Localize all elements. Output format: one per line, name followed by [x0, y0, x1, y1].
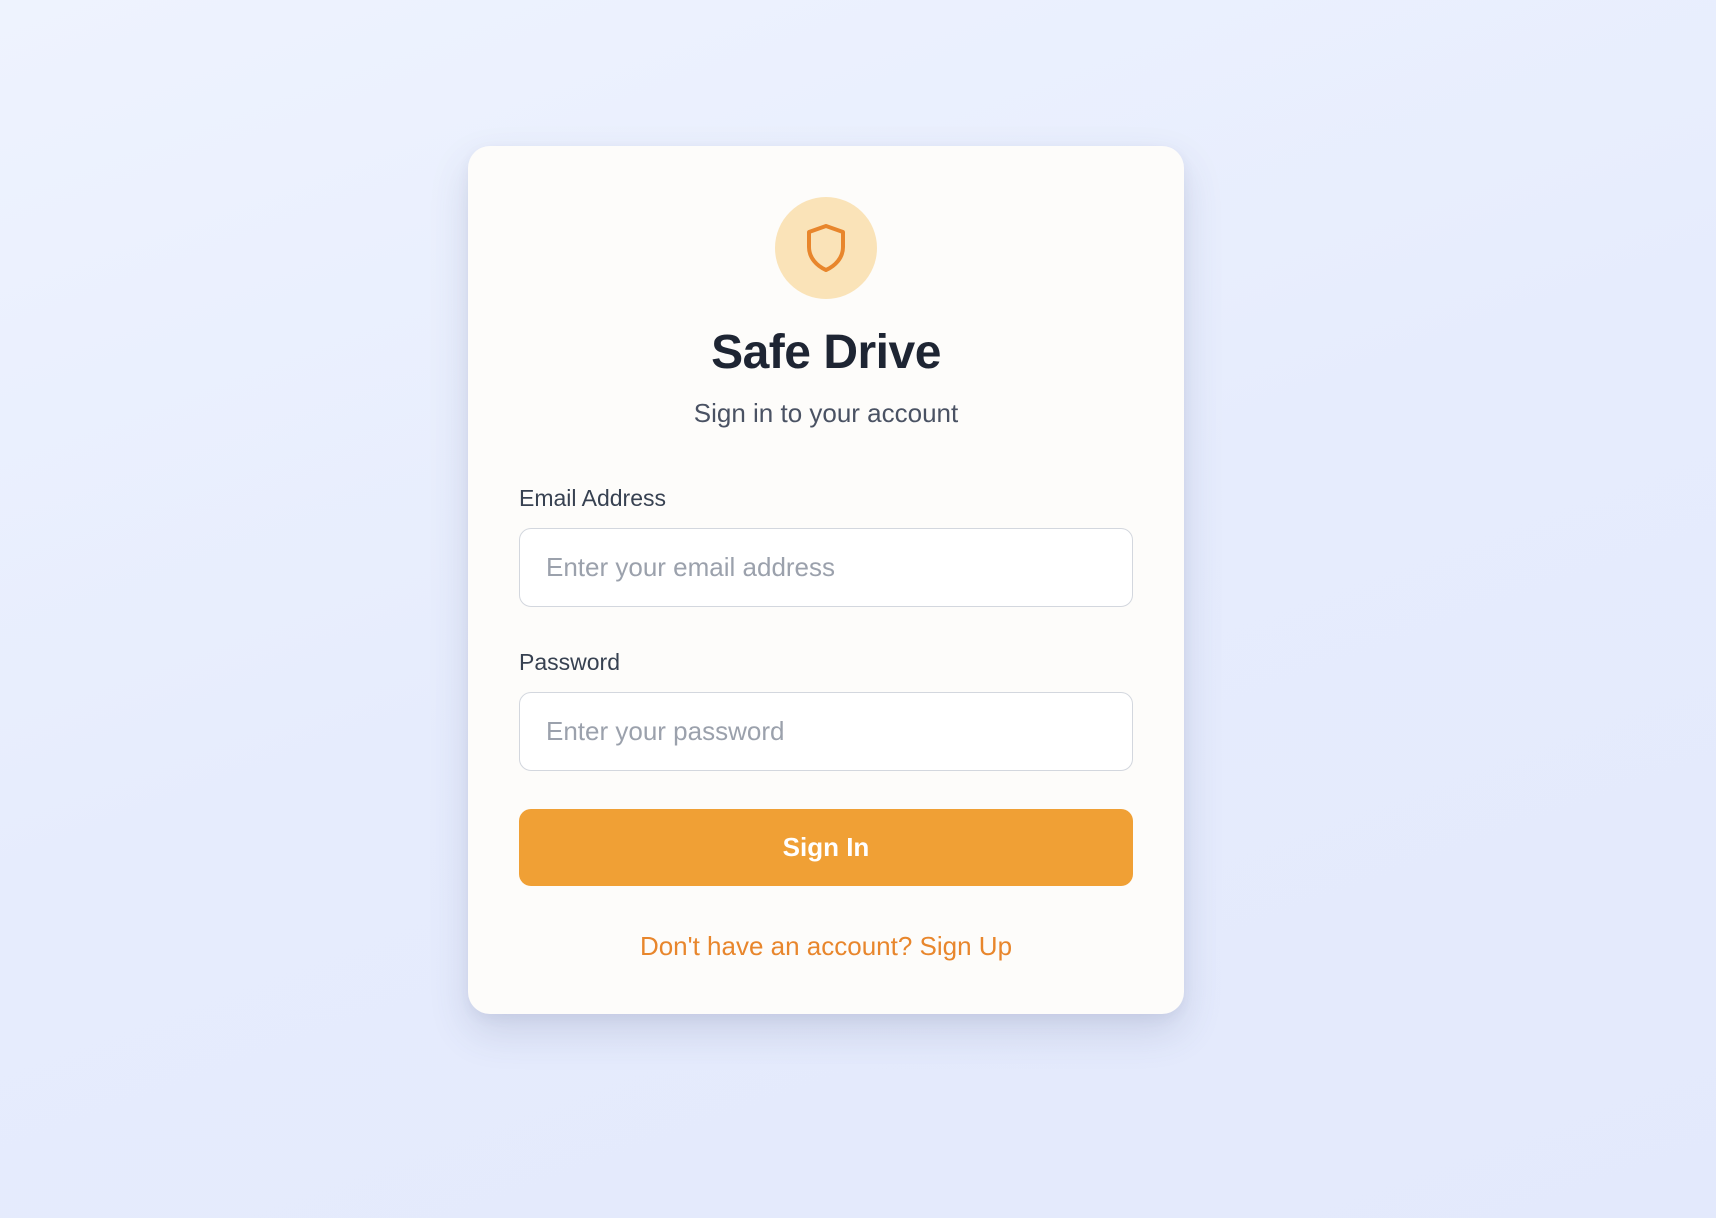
page-subtitle: Sign in to your account	[693, 398, 959, 428]
email-label: Email Address	[519, 485, 667, 511]
password-field[interactable]	[519, 692, 1133, 771]
email-field[interactable]	[519, 528, 1133, 607]
shield-icon	[804, 223, 848, 273]
sign-in-button[interactable]: Sign In	[519, 809, 1133, 886]
sign-up-link[interactable]: Don't have an account? Sign Up	[519, 930, 1133, 962]
password-label: Password	[519, 649, 620, 675]
login-card: Safe Drive Sign in to your account Email…	[468, 146, 1184, 1014]
logo-badge	[775, 197, 877, 299]
app-title: Safe Drive	[711, 326, 941, 379]
shield-icon-svg	[807, 224, 845, 272]
